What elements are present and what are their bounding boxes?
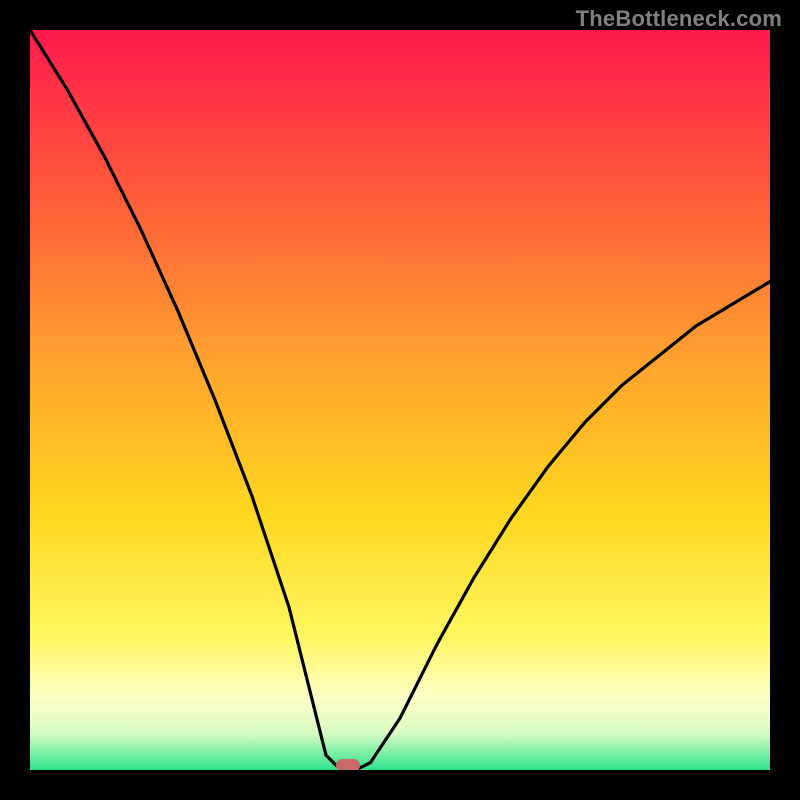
plot-area	[30, 30, 770, 770]
optimal-point-marker	[336, 759, 360, 770]
bottleneck-curve	[30, 30, 770, 770]
chart-frame: TheBottleneck.com	[0, 0, 800, 800]
watermark-text: TheBottleneck.com	[576, 6, 782, 32]
